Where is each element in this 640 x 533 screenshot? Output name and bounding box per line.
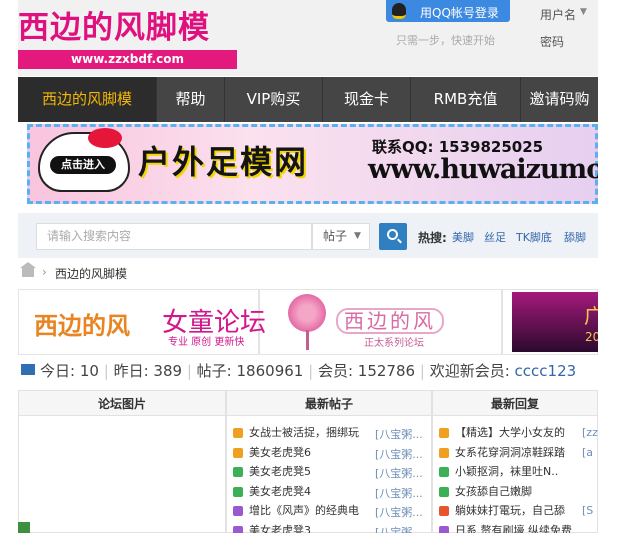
col-new-replies: 最新回复: [432, 390, 598, 416]
post-forum-tag[interactable]: [a: [582, 446, 593, 459]
ad2-subtitle: 正太系列论坛: [364, 338, 424, 349]
new-post-link[interactable]: 美女老虎凳3: [249, 522, 311, 533]
stat-posts-label: 帖子:: [196, 362, 232, 380]
search-input[interactable]: 请输入搜索内容: [36, 223, 312, 250]
nav-item-cash-card[interactable]: 现金卡: [323, 77, 411, 122]
home-icon-base[interactable]: [22, 268, 34, 277]
ad1-subtitle: 专业 原创 更新快: [168, 337, 245, 348]
hot-term[interactable]: 丝足: [484, 229, 506, 245]
chevron-down-icon[interactable]: ▼: [354, 231, 361, 241]
col-new-posts: 最新帖子: [226, 390, 432, 416]
chart-icon: [21, 364, 35, 375]
qq-login-label[interactable]: 用QQ帐号登录: [420, 4, 499, 21]
post-icon: [233, 467, 243, 477]
hot-search-label: 热搜:: [418, 231, 447, 245]
search-icon[interactable]: [387, 229, 398, 240]
new-reply-link[interactable]: 日系 赘有刷壕 纵续免费: [455, 522, 572, 533]
post-icon: [233, 486, 243, 497]
new-reply-link[interactable]: 小颖抠洞，袜里吐N..: [455, 463, 558, 483]
breadcrumb[interactable]: 西边的风脚模: [55, 265, 127, 282]
stat-members: 152786: [357, 362, 416, 380]
stat-yesterday: 389: [153, 362, 183, 380]
page-edge: [598, 0, 640, 533]
new-post-link[interactable]: 美女老虎凳5: [249, 463, 311, 483]
nav-item-rmb[interactable]: RMB充值: [411, 77, 521, 122]
ad1-title: 西边的风: [34, 312, 130, 340]
stat-today: 10: [79, 362, 99, 380]
green-marker: [18, 522, 30, 533]
breadcrumb-separator: ›: [42, 265, 47, 279]
site-url-bar: www.zzxbdf.com: [18, 50, 237, 69]
post-icon: [233, 447, 243, 458]
new-post-link[interactable]: 增比《风声》的经典电: [249, 502, 359, 522]
post-icon: [233, 428, 243, 438]
post-forum-tag[interactable]: [zz: [582, 426, 598, 439]
post-forum-tag[interactable]: [八宝粥...: [375, 504, 423, 520]
stat-members-label: 会员:: [317, 362, 354, 380]
new-reply-link[interactable]: 躺妹妹打電玩，自己舔: [455, 502, 565, 522]
col-forum-images: 论坛图片: [18, 390, 226, 416]
hot-term[interactable]: 美脚: [452, 229, 474, 245]
post-icon: [233, 506, 243, 516]
post-icon: [233, 525, 243, 533]
new-post-link[interactable]: 美女老虎凳6: [249, 444, 311, 464]
hot-term[interactable]: 舔脚: [564, 229, 586, 245]
stat-posts: 1860961: [236, 362, 304, 380]
tree-icon: [288, 294, 326, 332]
post-icon: [439, 428, 449, 438]
qq-penguin-icon: [392, 3, 406, 19]
hot-term[interactable]: TK脚底: [516, 229, 552, 245]
post-icon: [439, 525, 449, 533]
ad2-title: 西边的风: [336, 308, 444, 334]
nav-item-home[interactable]: 西边的风脚模: [18, 77, 157, 122]
new-post-link[interactable]: 女战士被活捉，捆绑玩: [249, 424, 359, 444]
post-icon: [439, 467, 449, 477]
post-forum-tag[interactable]: [八宝粥...: [375, 446, 423, 462]
bow-icon: [88, 128, 122, 148]
stat-yesterday-label: 昨日:: [113, 362, 149, 380]
post-forum-tag[interactable]: [八宝粥...: [375, 426, 423, 442]
post-icon: [439, 447, 449, 458]
post-forum-tag[interactable]: [八宝粥...: [375, 465, 423, 481]
search-scope-select[interactable]: 帖子: [312, 223, 370, 250]
new-reply-link[interactable]: 【精选】大学小女友的: [455, 424, 565, 444]
forum-stats: 今日: 10 | 昨日: 389 | 帖子: 1860961 | 会员: 152…: [40, 362, 577, 380]
nav-item-invite[interactable]: 邀请码购: [521, 77, 598, 122]
nav-item-help[interactable]: 帮助: [157, 77, 225, 122]
password-field[interactable]: 密码: [540, 33, 564, 50]
login-slogan: 只需一步，快速开始: [396, 34, 495, 47]
newest-member-link[interactable]: cccc123: [515, 362, 577, 380]
post-forum-tag[interactable]: [八宝粥...: [375, 524, 423, 533]
new-reply-link[interactable]: 女系花穿洞洞凉鞋踩踏: [455, 444, 565, 464]
username-field[interactable]: 用户名: [540, 6, 576, 23]
post-icon: [439, 486, 449, 497]
tree-trunk: [306, 330, 309, 350]
post-forum-tag[interactable]: [S: [582, 504, 593, 517]
banner-title: 户外足模网: [138, 143, 309, 181]
banner-badge[interactable]: 点击进入: [50, 156, 116, 174]
stat-today-label: 今日:: [40, 362, 76, 380]
page: 西边的风脚模 www.zzxbdf.com 用QQ帐号登录 只需一步，快速开始 …: [0, 0, 640, 533]
site-logo[interactable]: 西边的风脚模: [18, 2, 210, 47]
new-post-link[interactable]: 美女老虎凳4: [249, 483, 311, 503]
stat-welcome-label: 欢迎新会员:: [429, 362, 510, 380]
post-forum-tag[interactable]: [八宝粥...: [375, 485, 423, 501]
new-reply-link[interactable]: 女孩舔自己嫩脚: [455, 483, 532, 503]
chevron-down-icon[interactable]: ▼: [580, 7, 587, 17]
nav-item-vip[interactable]: VIP购买: [225, 77, 323, 122]
forum-images-panel: [18, 416, 226, 533]
post-icon: [439, 506, 449, 516]
